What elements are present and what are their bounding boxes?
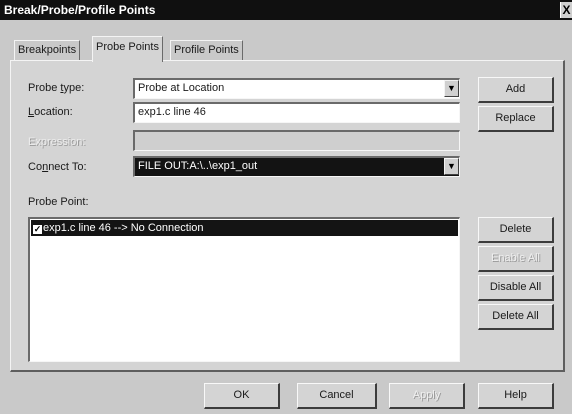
tab-label: Probe Points bbox=[96, 41, 159, 53]
delete-button[interactable]: Delete bbox=[478, 217, 554, 243]
tab-label: Profile Points bbox=[174, 44, 239, 56]
add-button[interactable]: Add bbox=[478, 77, 554, 103]
probe-type-label: Probe type: bbox=[28, 82, 85, 94]
help-button[interactable]: Help bbox=[478, 383, 554, 409]
break-probe-profile-dialog: Break/Probe/Profile Points X Breakpoints… bbox=[0, 0, 572, 414]
delete-all-button[interactable]: Delete All bbox=[478, 304, 554, 330]
connect-to-label: Connect To: bbox=[28, 161, 87, 173]
list-item[interactable]: ✓ exp1.c line 46 --> No Connection bbox=[31, 220, 458, 236]
chevron-down-icon[interactable]: ▼ bbox=[444, 80, 459, 97]
location-label: Location: bbox=[28, 106, 73, 118]
window-title: Break/Probe/Profile Points bbox=[4, 3, 156, 17]
enable-all-button: Enable All bbox=[478, 246, 554, 272]
chevron-down-icon[interactable]: ▼ bbox=[444, 158, 459, 175]
location-value: exp1.c line 46 bbox=[138, 106, 206, 118]
list-item-text: exp1.c line 46 --> No Connection bbox=[43, 222, 204, 234]
connect-to-select[interactable]: FILE OUT:A:\..\exp1_out ▼ bbox=[133, 156, 460, 177]
close-icon: X bbox=[562, 3, 571, 17]
disable-all-button[interactable]: Disable All bbox=[478, 275, 554, 301]
expression-label: Expression: bbox=[28, 136, 86, 148]
ok-button[interactable]: OK bbox=[204, 383, 280, 409]
cancel-button[interactable]: Cancel bbox=[297, 383, 377, 409]
apply-button: Apply bbox=[389, 383, 465, 409]
tab-breakpoints[interactable]: Breakpoints bbox=[14, 40, 81, 60]
replace-button[interactable]: Replace bbox=[478, 106, 554, 132]
location-field[interactable]: exp1.c line 46 bbox=[133, 102, 460, 123]
probe-point-label: Probe Point: bbox=[28, 196, 89, 208]
title-bar[interactable]: Break/Probe/Profile Points X bbox=[0, 0, 572, 20]
close-button[interactable]: X bbox=[560, 2, 572, 18]
probe-type-select[interactable]: Probe at Location ▼ bbox=[133, 78, 460, 99]
tab-probe-points[interactable]: Probe Points bbox=[92, 36, 163, 62]
tab-profile-points[interactable]: Profile Points bbox=[170, 40, 243, 60]
checkbox-checked-icon[interactable]: ✓ bbox=[33, 225, 42, 234]
tab-label: Breakpoints bbox=[18, 44, 77, 56]
probe-type-value: Probe at Location bbox=[138, 82, 225, 94]
probe-point-list[interactable]: ✓ exp1.c line 46 --> No Connection bbox=[28, 217, 460, 362]
connect-to-value: FILE OUT:A:\..\exp1_out bbox=[138, 160, 258, 172]
expression-field bbox=[133, 130, 460, 151]
